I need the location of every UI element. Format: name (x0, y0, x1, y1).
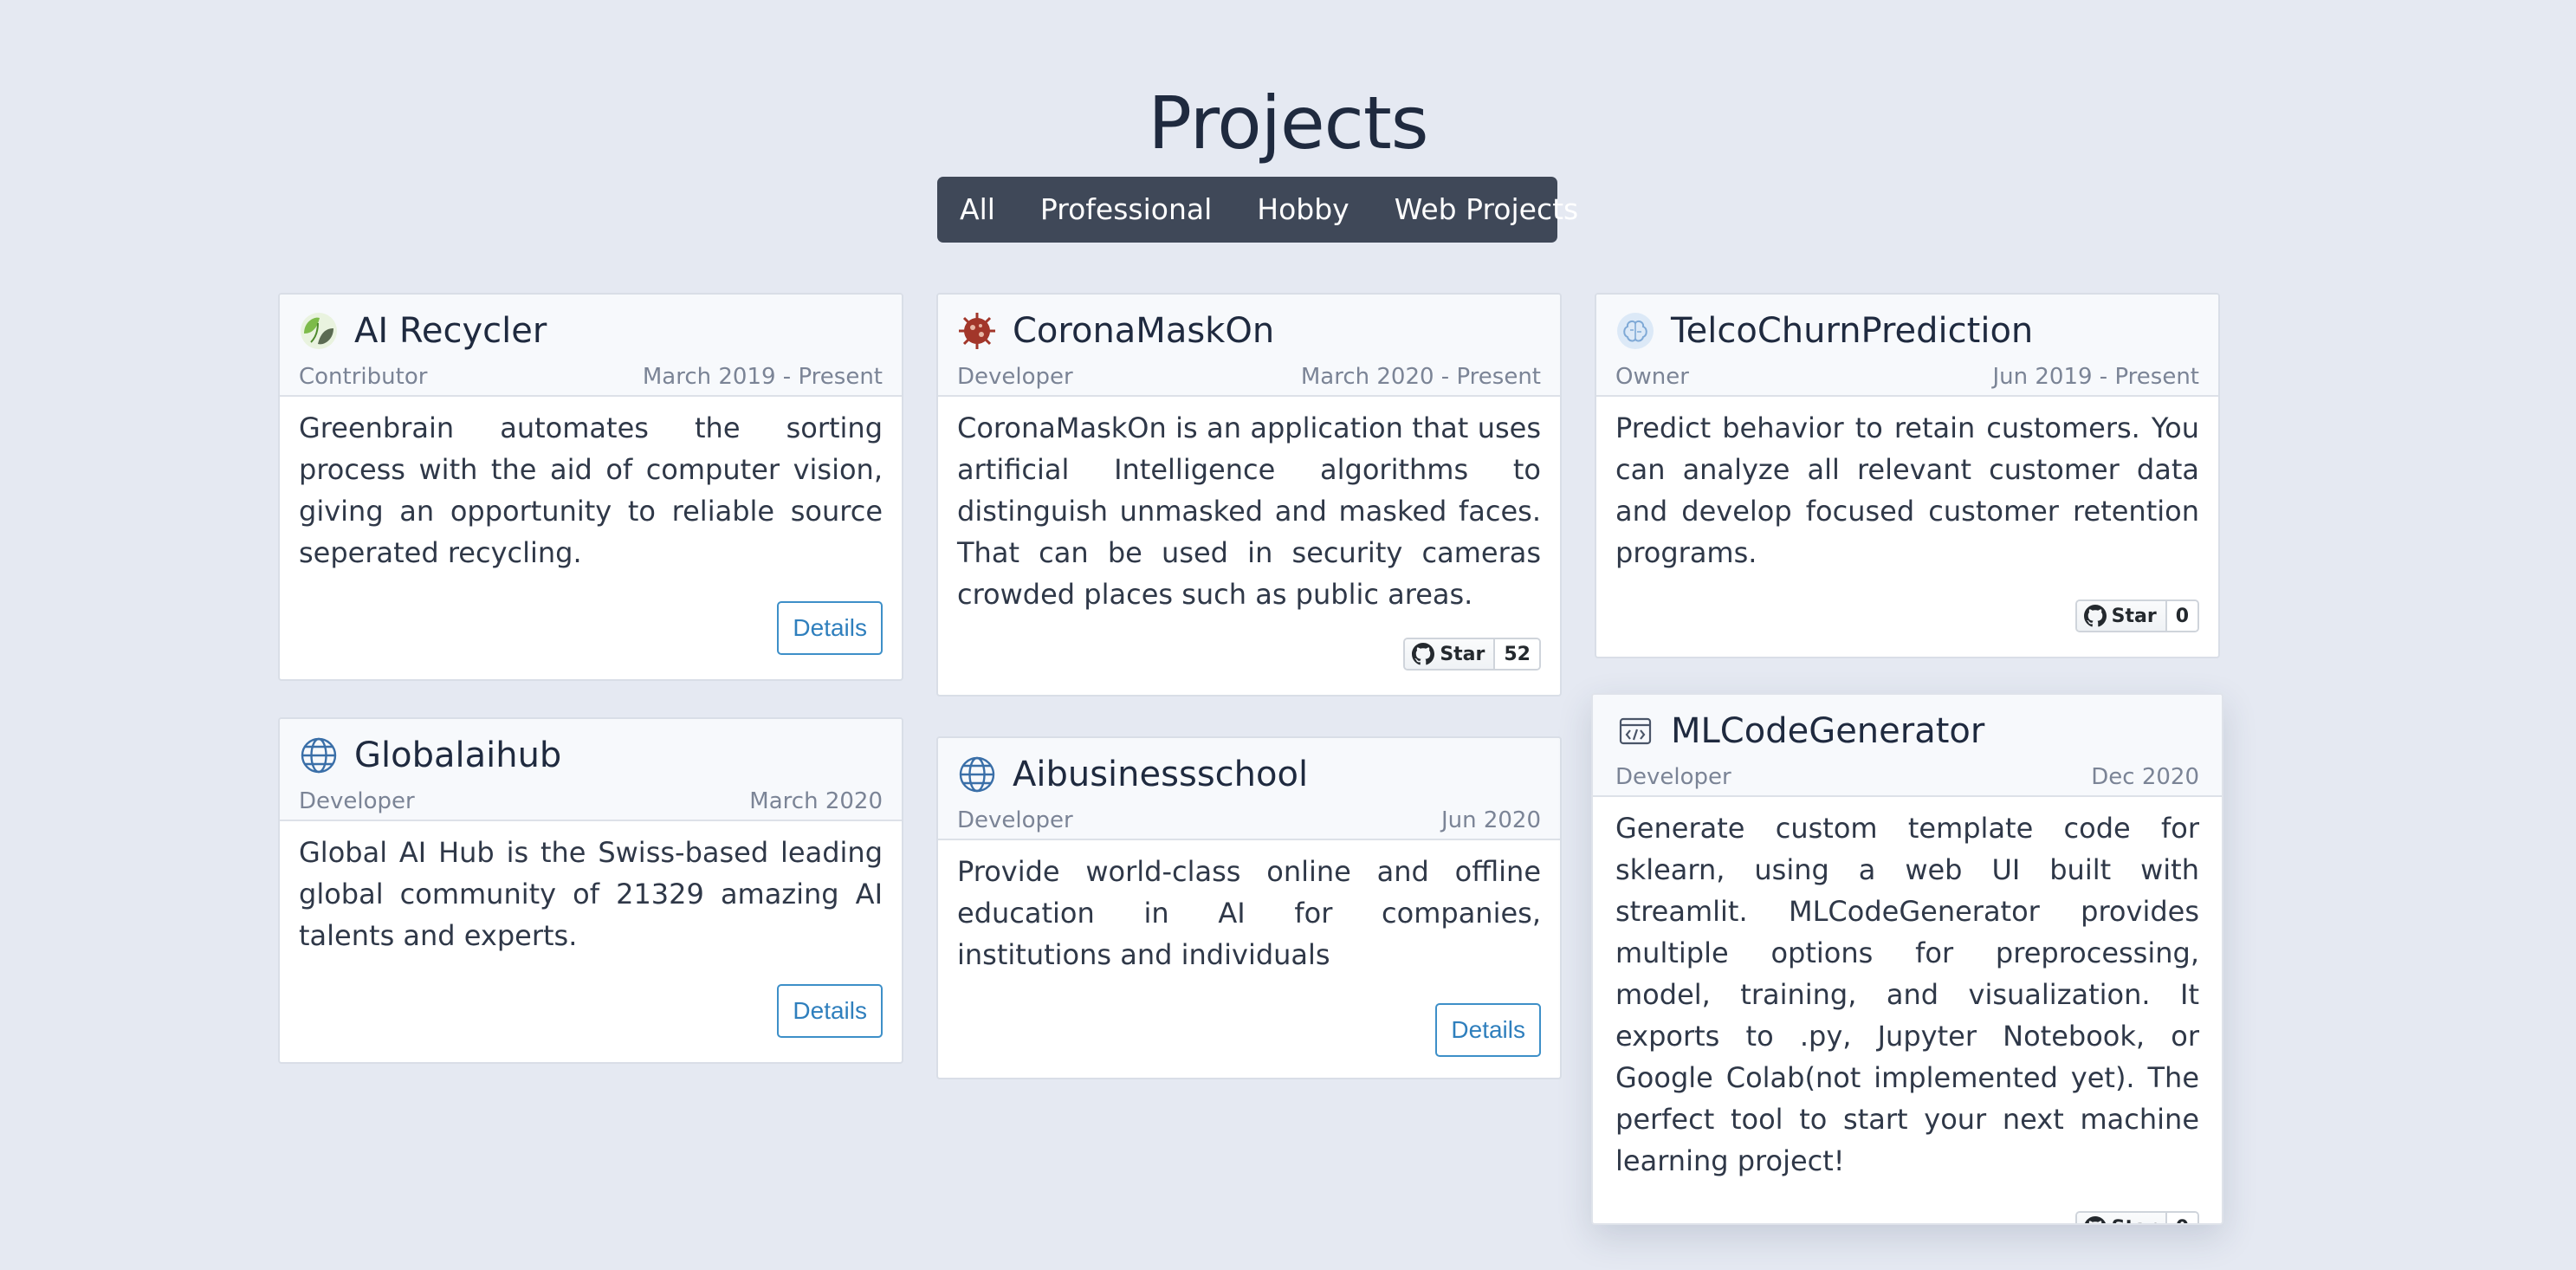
card-role: Developer (299, 788, 415, 814)
star-count[interactable]: 0 (2166, 1213, 2197, 1223)
github-icon (2083, 605, 2107, 627)
project-card-ai-recycler: AI Recycler Contributor March 2019 - Pre… (278, 293, 903, 681)
github-star-button[interactable]: Star 0 (2074, 1211, 2199, 1224)
page-title: Projects (1148, 81, 1428, 165)
card-dates: March 2019 - Present (642, 364, 883, 390)
star-count[interactable]: 0 (2166, 601, 2197, 631)
card-title[interactable]: Aibusinessschool (1013, 755, 1308, 794)
github-icon (1412, 643, 1435, 665)
card-dates: March 2020 (749, 788, 883, 814)
globe-icon (299, 735, 339, 775)
globe-icon (957, 755, 997, 794)
details-button[interactable]: Details (777, 984, 883, 1038)
card-description: Provide world-class online and offline e… (957, 855, 1541, 971)
card-title[interactable]: CoronaMaskOn (1013, 311, 1274, 351)
card-title[interactable]: MLCodeGenerator (1671, 711, 1984, 751)
star-label: Star (1440, 643, 1485, 665)
card-description: Generate custom template code for sklear… (1615, 812, 2199, 1177)
filter-hobby[interactable]: Hobby (1257, 177, 1349, 243)
card-header: AI Recycler Contributor March 2019 - Pre… (280, 295, 902, 397)
card-description: CoronaMaskOn is an application that uses… (957, 411, 1541, 611)
card-description: Global AI Hub is the Swiss-based leading… (299, 836, 883, 952)
card-header: Globalaihub Developer March 2020 (280, 719, 902, 821)
star-label: Star (2112, 1217, 2157, 1224)
virus-icon (957, 311, 997, 351)
card-header: Aibusinessschool Developer Jun 2020 (938, 738, 1560, 840)
star-count[interactable]: 52 (1495, 639, 1539, 669)
card-description: Predict behavior to retain customers. Yo… (1615, 411, 2199, 569)
card-role: Developer (1615, 764, 1731, 790)
project-card-coronamaskon: CoronaMaskOn Developer March 2020 - Pres… (936, 293, 1562, 697)
card-role: Developer (957, 364, 1073, 390)
project-card-globalaihub: Globalaihub Developer March 2020 Global … (278, 717, 903, 1064)
card-role: Developer (957, 807, 1073, 833)
filter-professional[interactable]: Professional (1040, 177, 1212, 243)
filter-web-projects[interactable]: Web Projects (1395, 177, 1579, 243)
github-star-button[interactable]: Star 0 (2074, 599, 2199, 632)
github-icon (2084, 1216, 2106, 1223)
code-window-icon (1615, 711, 1655, 751)
card-title[interactable]: TelcoChurnPrediction (1671, 311, 2033, 351)
card-dates: Jun 2020 (1440, 807, 1541, 833)
card-dates: Dec 2020 (2091, 764, 2199, 790)
project-filter-bar: All Professional Hobby Web Projects (937, 177, 1578, 243)
brain-icon (1615, 311, 1655, 351)
card-header: TelcoChurnPrediction Owner Jun 2019 - Pr… (1596, 295, 2218, 397)
card-header: MLCodeGenerator Developer Dec 2020 (1593, 695, 2222, 797)
card-header: CoronaMaskOn Developer March 2020 - Pres… (938, 295, 1560, 397)
card-role: Owner (1615, 364, 1689, 390)
card-title[interactable]: Globalaihub (354, 735, 561, 775)
project-card-aibusinessschool: Aibusinessschool Developer Jun 2020 Prov… (936, 736, 1562, 1079)
card-title[interactable]: AI Recycler (354, 311, 547, 351)
star-label: Star (2111, 605, 2157, 627)
card-dates: March 2020 - Present (1300, 364, 1541, 390)
project-card-mlcodegenerator: MLCodeGenerator Developer Dec 2020 Gener… (1591, 693, 2223, 1225)
card-dates: Jun 2019 - Present (1992, 364, 2199, 390)
card-description: Greenbrain automates the sorting process… (299, 411, 883, 569)
details-button[interactable]: Details (777, 601, 883, 655)
filter-all[interactable]: All (960, 177, 995, 243)
details-button[interactable]: Details (1435, 1003, 1541, 1057)
card-role: Contributor (299, 364, 428, 390)
project-card-telcochurnprediction: TelcoChurnPrediction Owner Jun 2019 - Pr… (1595, 293, 2220, 658)
leaf-logo-icon (299, 311, 339, 351)
github-star-button[interactable]: Star 52 (1403, 638, 1541, 671)
